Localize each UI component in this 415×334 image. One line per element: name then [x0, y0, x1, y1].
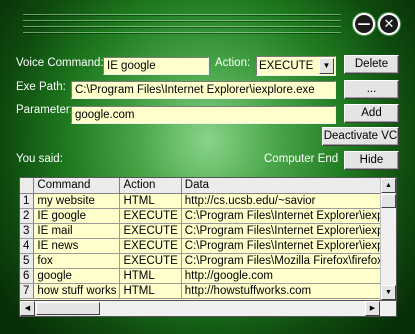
horizontal-scrollbar[interactable]: ◀ ▶	[19, 301, 397, 317]
action-cell[interactable]: HTML	[119, 268, 182, 284]
title-grip-line[interactable]	[23, 14, 341, 15]
data-cell[interactable]: C:\Program Files\Internet Explorer\iexpl…	[181, 208, 396, 224]
table-header-row: Command Action Data	[20, 178, 396, 194]
minimize-icon: —	[357, 16, 371, 32]
deactivate-vc-button[interactable]: Deactivate VC	[322, 127, 399, 146]
arrow-left-icon[interactable]: ◀	[20, 301, 35, 316]
minimize-button[interactable]: —	[353, 13, 375, 35]
parameter-label: Parameter:	[16, 104, 73, 116]
command-cell[interactable]: fox	[33, 253, 121, 269]
computer-end-label: Computer End	[264, 153, 339, 165]
voice-command-input[interactable]: IE google	[103, 57, 209, 75]
action-cell[interactable]: EXECUTE	[119, 223, 182, 239]
data-cell[interactable]: C:\Program Files\Internet Explorer\iexpl…	[181, 223, 396, 239]
action-cell[interactable]: EXECUTE	[119, 238, 182, 254]
data-cell[interactable]: http://howstuffworks.com	[181, 283, 396, 299]
hide-button[interactable]: Hide	[344, 151, 399, 170]
delete-button[interactable]: Delete	[344, 55, 399, 74]
row-number-header[interactable]	[20, 178, 35, 194]
data-column-header[interactable]: Data	[181, 178, 396, 194]
command-column-header[interactable]: Command	[33, 178, 121, 194]
table-row[interactable]: 2 IE google EXECUTE C:\Program Files\Int…	[20, 208, 396, 224]
arrow-up-icon[interactable]: ▲	[381, 178, 396, 193]
table-row[interactable]: 3 IE mail EXECUTE C:\Program Files\Inter…	[20, 223, 396, 239]
action-cell[interactable]: EXECUTE	[119, 253, 182, 269]
command-cell[interactable]: google	[33, 268, 121, 284]
command-cell[interactable]: my website	[33, 193, 121, 209]
data-cell[interactable]: http://google.com	[181, 268, 396, 284]
row-number[interactable]: 2	[20, 208, 35, 224]
exe-path-input[interactable]: C:\Program Files\Internet Explorer\iexpl…	[71, 81, 336, 99]
vertical-scrollbar[interactable]: ▲ ▼	[380, 178, 396, 300]
commands-table[interactable]: Command Action Data 1 my website HTML ht…	[19, 177, 397, 301]
action-select[interactable]: EXECUTE ▼	[256, 56, 336, 76]
table-row[interactable]: 1 my website HTML http://cs.ucsb.edu/~sa…	[20, 193, 396, 209]
table-row[interactable]: 4 IE news EXECUTE C:\Program Files\Inter…	[20, 238, 396, 254]
scroll-thumb[interactable]	[381, 194, 396, 208]
close-icon: ✕	[383, 16, 395, 32]
row-number[interactable]: 5	[20, 253, 35, 269]
add-button[interactable]: Add	[344, 104, 399, 123]
parameter-input[interactable]: google.com	[71, 106, 336, 124]
you-said-label: You said:	[16, 153, 63, 165]
command-cell[interactable]: IE mail	[33, 223, 121, 239]
voice-command-window: — ✕ Voice Command: IE google Action: EXE…	[0, 0, 415, 334]
action-label: Action:	[215, 57, 251, 69]
exe-path-label: Exe Path:	[16, 81, 66, 93]
command-cell[interactable]: IE news	[33, 238, 121, 254]
data-cell[interactable]: C:\Program Files\Internet Explorer\iexpl…	[181, 238, 396, 254]
title-grip-line[interactable]	[23, 26, 341, 27]
row-number[interactable]: 1	[20, 193, 35, 209]
voice-command-label: Voice Command:	[16, 57, 104, 69]
title-grip-line[interactable]	[23, 32, 341, 33]
table-row[interactable]: 7 how stuff works HTML http://howstuffwo…	[20, 283, 396, 299]
scroll-thumb[interactable]	[36, 302, 100, 315]
title-grip-line[interactable]	[23, 20, 341, 21]
chevron-down-icon[interactable]: ▼	[319, 58, 334, 74]
browse-button[interactable]: ...	[344, 80, 399, 99]
action-cell[interactable]: HTML	[119, 283, 182, 299]
data-cell[interactable]: C:\Program Files\Mozilla Firefox\firefox…	[181, 253, 396, 269]
row-number[interactable]: 6	[20, 268, 35, 284]
table-row[interactable]: 6 google HTML http://google.com	[20, 268, 396, 284]
arrow-right-icon[interactable]: ▶	[365, 301, 380, 316]
row-number[interactable]: 7	[20, 283, 35, 299]
action-cell[interactable]: EXECUTE	[119, 208, 182, 224]
arrow-down-icon[interactable]: ▼	[381, 285, 396, 300]
action-column-header[interactable]: Action	[119, 178, 182, 194]
table-row[interactable]: 5 fox EXECUTE C:\Program Files\Mozilla F…	[20, 253, 396, 269]
data-cell[interactable]: http://cs.ucsb.edu/~savior	[181, 193, 396, 209]
command-cell[interactable]: IE google	[33, 208, 121, 224]
row-number[interactable]: 3	[20, 223, 35, 239]
command-cell[interactable]: how stuff works	[33, 283, 121, 299]
row-number[interactable]: 4	[20, 238, 35, 254]
action-cell[interactable]: HTML	[119, 193, 182, 209]
action-select-value: EXECUTE	[259, 60, 314, 72]
close-button[interactable]: ✕	[378, 13, 400, 35]
